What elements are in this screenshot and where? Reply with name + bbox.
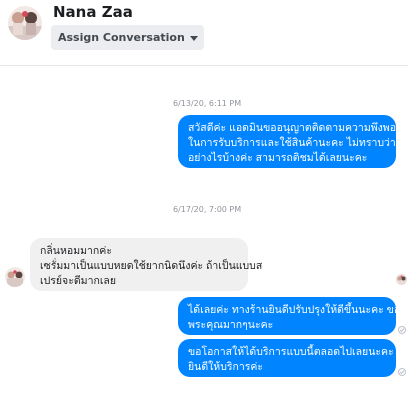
- outgoing-message[interactable]: ขอโอกาสให้ได้บริการแบบนี้ตลอดไปเลยนะคะ ย…: [178, 339, 396, 377]
- message-line: เซรั่มมาเป็นแบบหยดใช้ยากนิดนึงค่ะ ถ้าเป็…: [40, 260, 263, 272]
- message-line: ในการรับบริการและใช้สินค้านะคะ ไม่ทราบว่…: [188, 137, 408, 149]
- message-line: ขอโอกาสให้ได้บริการแบบนี้ตลอดไปเลยนะคะ: [188, 346, 394, 358]
- message-line: ยินดีให้บริการค่ะ: [188, 361, 264, 373]
- message-line: อย่างไรบ้างค่ะ สามารถติชมได้เลยนะคะ: [188, 152, 368, 164]
- message-line: กลิ่นหอมมากค่ะ: [40, 245, 112, 257]
- assign-conversation-label: Assign Conversation: [58, 31, 185, 44]
- outgoing-message[interactable]: ได้เลยค่ะ ทางร้านยินดีปรับปรุงให้ดีขึ้นน…: [178, 297, 407, 335]
- seen-avatar-icon: [396, 274, 407, 285]
- conversation-header: Nana Zaa Assign Conversation: [0, 0, 408, 66]
- outgoing-message[interactable]: สวัสดีค่ะ แอดมินขออนุญาตติดตามความพึงพอใ…: [178, 115, 408, 168]
- timestamp: 6/17/20, 7:00 PM: [173, 205, 242, 214]
- contact-name: Nana Zaa: [53, 3, 133, 21]
- delivered-check-icon: [398, 326, 406, 334]
- contact-avatar-small: [5, 267, 25, 287]
- assign-conversation-button[interactable]: Assign Conversation: [51, 25, 204, 50]
- message-line: เปรย์จะดีมากเลย: [40, 275, 117, 287]
- caret-down-icon: [189, 35, 198, 41]
- incoming-message[interactable]: กลิ่นหอมมากค่ะ เซรั่มมาเป็นแบบหยดใช้ยากน…: [30, 238, 263, 291]
- message-line: สวัสดีค่ะ แอดมินขออนุญาตติดตามความพึงพอใ…: [188, 122, 408, 134]
- contact-avatar[interactable]: [8, 6, 42, 40]
- delivered-check-icon: [398, 368, 406, 376]
- message-line: ได้เลยค่ะ ทางร้านยินดีปรับปรุงให้ดีขึ้นน…: [188, 304, 407, 316]
- timestamp: 6/13/20, 6:11 PM: [173, 99, 242, 108]
- message-line: พระคุณมากๆนะคะ: [188, 319, 274, 331]
